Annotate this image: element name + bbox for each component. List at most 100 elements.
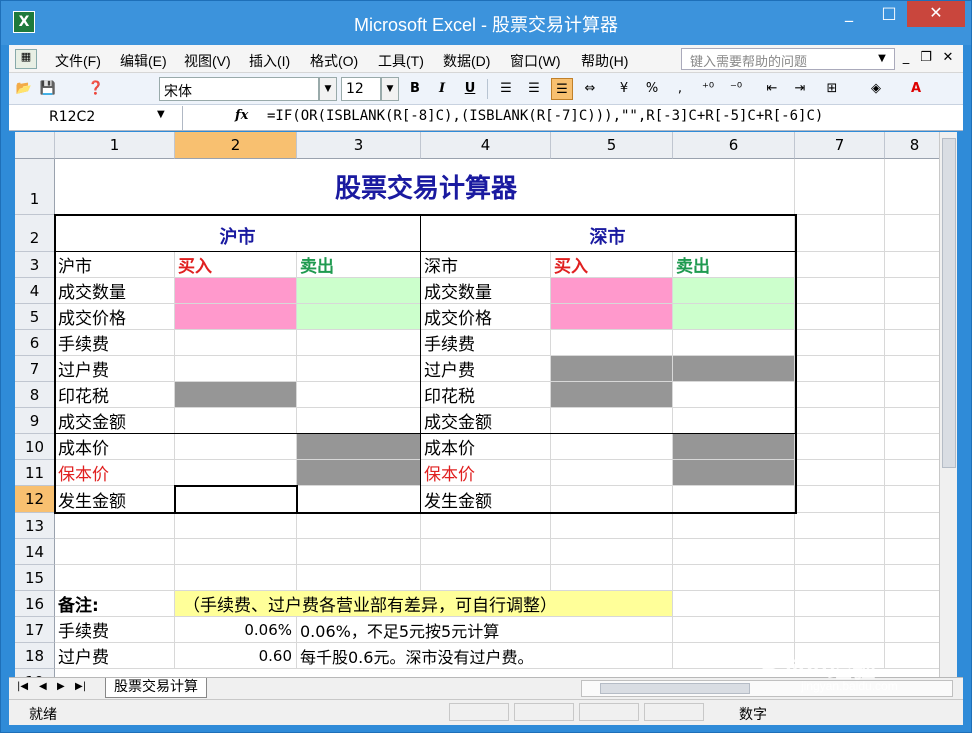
next-sheet-icon[interactable]: ▶: [57, 681, 65, 692]
increase-decimal-icon[interactable]: ⁺⁰: [697, 78, 719, 100]
cell[interactable]: [551, 460, 673, 486]
percent-button[interactable]: %: [641, 78, 663, 100]
font-name-box[interactable]: 宋体: [159, 77, 319, 101]
cell[interactable]: [673, 617, 795, 643]
sz-sell-price-input[interactable]: [673, 304, 795, 330]
column-header[interactable]: 6: [673, 132, 795, 159]
sz-row-label[interactable]: 成交价格: [421, 304, 551, 330]
sh-sell-header[interactable]: 卖出: [297, 252, 421, 278]
cell[interactable]: [795, 513, 885, 539]
sz-row-label[interactable]: 成交金额: [421, 408, 551, 434]
cell[interactable]: [175, 460, 297, 486]
menu-edit[interactable]: 编辑(E): [120, 51, 167, 71]
sz-buy-price-input[interactable]: [551, 304, 673, 330]
increase-indent-icon[interactable]: ⇥: [789, 78, 811, 100]
row-header[interactable]: 13: [15, 513, 55, 539]
sz-row-label[interactable]: 手续费: [421, 330, 551, 356]
transfer-fee-input[interactable]: 0.60: [175, 643, 297, 669]
save-icon[interactable]: 💾: [37, 78, 59, 100]
cell[interactable]: [673, 408, 795, 434]
row-header[interactable]: 8: [15, 382, 55, 408]
sh-row-label[interactable]: 成本价: [55, 434, 175, 460]
font-size-dropdown-icon[interactable]: ▼: [381, 77, 399, 101]
fee-label-cell[interactable]: 手续费: [55, 617, 175, 643]
menu-help[interactable]: 帮助(H): [581, 51, 628, 71]
doc-restore-button[interactable]: ❐: [917, 50, 935, 65]
maximize-button[interactable]: □: [871, 1, 907, 27]
sz-row-label[interactable]: 成本价: [421, 434, 551, 460]
underline-button[interactable]: U: [459, 78, 481, 100]
cell[interactable]: [297, 513, 421, 539]
cell[interactable]: [297, 565, 421, 591]
cell[interactable]: [673, 382, 795, 408]
font-name-dropdown-icon[interactable]: ▼: [319, 77, 337, 101]
cell[interactable]: [551, 486, 673, 513]
cell[interactable]: [885, 356, 939, 382]
sz-row-label[interactable]: 印花税: [421, 382, 551, 408]
cell[interactable]: [175, 539, 297, 565]
cell[interactable]: [795, 460, 885, 486]
sz-buy-quantity-input[interactable]: [551, 278, 673, 304]
sh-row-label[interactable]: 成交数量: [55, 278, 175, 304]
row-header[interactable]: 19: [15, 669, 55, 677]
cell[interactable]: [885, 434, 939, 460]
transfer-label-cell[interactable]: 过户费: [55, 643, 175, 669]
cell[interactable]: [551, 408, 673, 434]
currency-icon[interactable]: ¥: [613, 78, 635, 100]
cell[interactable]: [55, 513, 175, 539]
menu-format[interactable]: 格式(O): [310, 51, 358, 71]
sh-buy-price-input[interactable]: [175, 304, 297, 330]
column-header[interactable]: 8: [885, 132, 939, 159]
horizontal-scroll-thumb[interactable]: [600, 683, 750, 694]
row-header[interactable]: 17: [15, 617, 55, 643]
cell[interactable]: [551, 330, 673, 356]
note-text-cell[interactable]: （手续费、过户费各营业部有差异，可自行调整）: [175, 591, 673, 617]
sz-row-label[interactable]: 保本价: [421, 460, 551, 486]
transfer-desc-cell[interactable]: 每千股0.6元。深市没有过户费。: [297, 643, 673, 669]
sz-sell-quantity-input[interactable]: [673, 278, 795, 304]
cell[interactable]: [795, 382, 885, 408]
worksheet-grid[interactable]: 1 2 3 4 5 6 7 8 1 2 3 4 5 6 7 8 9 10 11 …: [15, 132, 939, 677]
cell[interactable]: [885, 643, 939, 669]
row-header[interactable]: 10: [15, 434, 55, 460]
row-header[interactable]: 15: [15, 565, 55, 591]
cell[interactable]: [297, 539, 421, 565]
comma-button[interactable]: ,: [669, 78, 691, 100]
column-header[interactable]: 1: [55, 132, 175, 159]
help-search-input[interactable]: 键入需要帮助的问题: [681, 48, 895, 70]
row-header[interactable]: 3: [15, 252, 55, 278]
cell[interactable]: [795, 252, 885, 278]
cell[interactable]: [885, 486, 939, 513]
menu-data[interactable]: 数据(D): [443, 51, 490, 71]
sh-buy-quantity-input[interactable]: [175, 278, 297, 304]
row-header[interactable]: 18: [15, 643, 55, 669]
sh-sell-quantity-input[interactable]: [297, 278, 421, 304]
row-header[interactable]: 11: [15, 460, 55, 486]
font-color-icon[interactable]: A: [905, 78, 927, 100]
last-sheet-icon[interactable]: ▶|: [75, 681, 86, 692]
menu-window[interactable]: 窗口(W): [510, 51, 561, 71]
menu-view[interactable]: 视图(V): [184, 51, 231, 71]
cell[interactable]: [175, 408, 297, 434]
bold-button[interactable]: B: [404, 78, 426, 100]
cell[interactable]: [885, 460, 939, 486]
cell[interactable]: [297, 382, 421, 408]
cell[interactable]: [885, 278, 939, 304]
sh-row-label[interactable]: 手续费: [55, 330, 175, 356]
cell[interactable]: [795, 278, 885, 304]
row-header[interactable]: 1: [15, 159, 55, 215]
cell[interactable]: [55, 539, 175, 565]
close-button[interactable]: ✕: [907, 1, 965, 27]
sh-buy-header[interactable]: 买入: [175, 252, 297, 278]
cell[interactable]: [885, 159, 939, 215]
cell[interactable]: [885, 304, 939, 330]
cell[interactable]: [795, 159, 885, 215]
cell[interactable]: [885, 565, 939, 591]
help-icon[interactable]: ❓: [85, 78, 107, 100]
cell[interactable]: [885, 215, 939, 252]
menu-insert[interactable]: 插入(I): [249, 51, 290, 71]
note-label-cell[interactable]: 备注:: [55, 591, 175, 617]
cell[interactable]: [175, 356, 297, 382]
row-header[interactable]: 9: [15, 408, 55, 434]
prev-sheet-icon[interactable]: ◀: [39, 681, 47, 692]
